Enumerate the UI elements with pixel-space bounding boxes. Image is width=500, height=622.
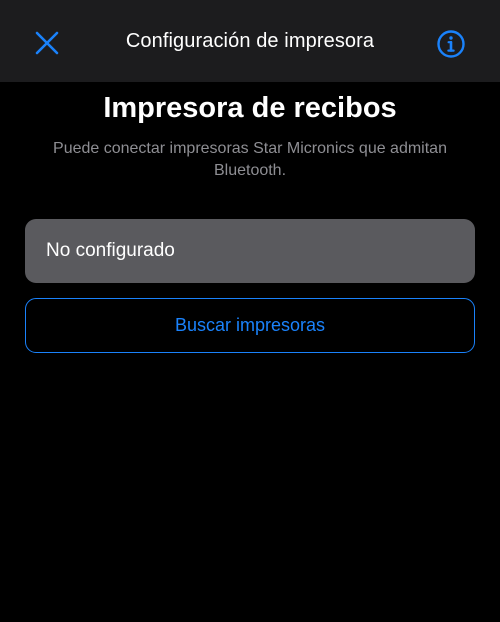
page-subtitle: Puede conectar impresoras Star Micronics… <box>53 140 447 179</box>
search-printers-label: Buscar impresoras <box>174 315 326 335</box>
page-heading: Impresora de recibos <box>103 92 397 124</box>
nav-title: Configuración de impresora <box>125 30 375 52</box>
navigation-bar: Configuración de impresora <box>0 0 500 82</box>
printer-status-field: No configurado <box>25 219 475 283</box>
search-printers-button[interactable]: Buscar impresoras <box>25 298 475 353</box>
info-icon <box>437 30 465 58</box>
printer-status-value: No configurado <box>46 240 175 261</box>
info-button[interactable] <box>434 27 468 61</box>
